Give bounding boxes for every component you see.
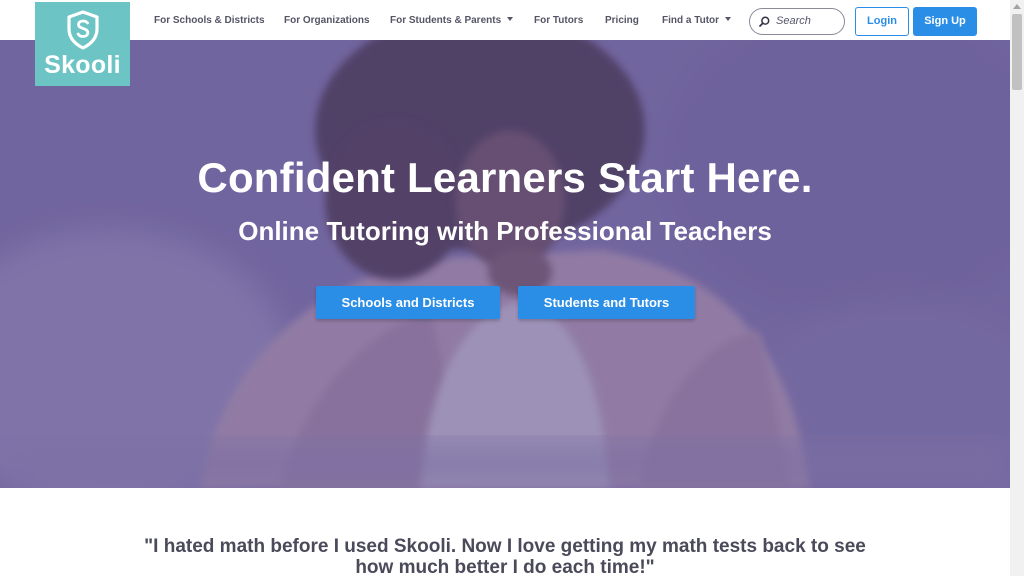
schools-districts-button[interactable]: Schools and Districts: [316, 286, 500, 319]
students-tutors-button[interactable]: Students and Tutors: [518, 286, 695, 319]
brand-name: Skooli: [44, 51, 121, 79]
scrollbar-thumb[interactable]: [1012, 14, 1022, 90]
hero-title: Confident Learners Start Here.: [197, 154, 813, 201]
nav-organizations[interactable]: For Organizations: [284, 15, 370, 26]
nav-find-a-tutor[interactable]: Find a Tutor: [662, 15, 732, 26]
hero-overlay: [0, 40, 1010, 488]
nav-find-a-tutor-label: Find a Tutor: [662, 15, 720, 26]
search-icon: [759, 16, 770, 27]
scroll-up-arrow-icon[interactable]: [1013, 4, 1021, 9]
skooli-logo[interactable]: Skooli: [35, 2, 130, 86]
chevron-down-icon: [725, 17, 732, 22]
login-button[interactable]: Login: [855, 7, 909, 36]
nav-students-parents-label: For Students & Parents: [390, 15, 502, 26]
nav-students-parents[interactable]: For Students & Parents: [390, 15, 514, 26]
hero-subtitle: Online Tutoring with Professional Teache…: [238, 216, 772, 246]
hero-section: Confident Learners Start Here. Online Tu…: [0, 40, 1010, 488]
page-scrollbar[interactable]: [1010, 0, 1024, 576]
testimonial-line-2: how much better I do each time!": [355, 557, 655, 576]
signup-button[interactable]: Sign Up: [913, 7, 977, 36]
search-placeholder: Search: [776, 15, 811, 27]
chevron-down-icon: [507, 17, 514, 22]
nav-schools-districts[interactable]: For Schools & Districts: [154, 15, 265, 26]
testimonial-line-1: "I hated math before I used Skooli. Now …: [144, 536, 866, 557]
nav-tutors[interactable]: For Tutors: [534, 15, 583, 26]
shield-s-icon: [67, 10, 99, 50]
site-header: For Schools & Districts For Organization…: [0, 0, 1010, 40]
nav-pricing[interactable]: Pricing: [605, 15, 639, 26]
testimonial-quote: "I hated math before I used Skooli. Now …: [100, 536, 910, 576]
search-input[interactable]: Search: [749, 8, 845, 35]
